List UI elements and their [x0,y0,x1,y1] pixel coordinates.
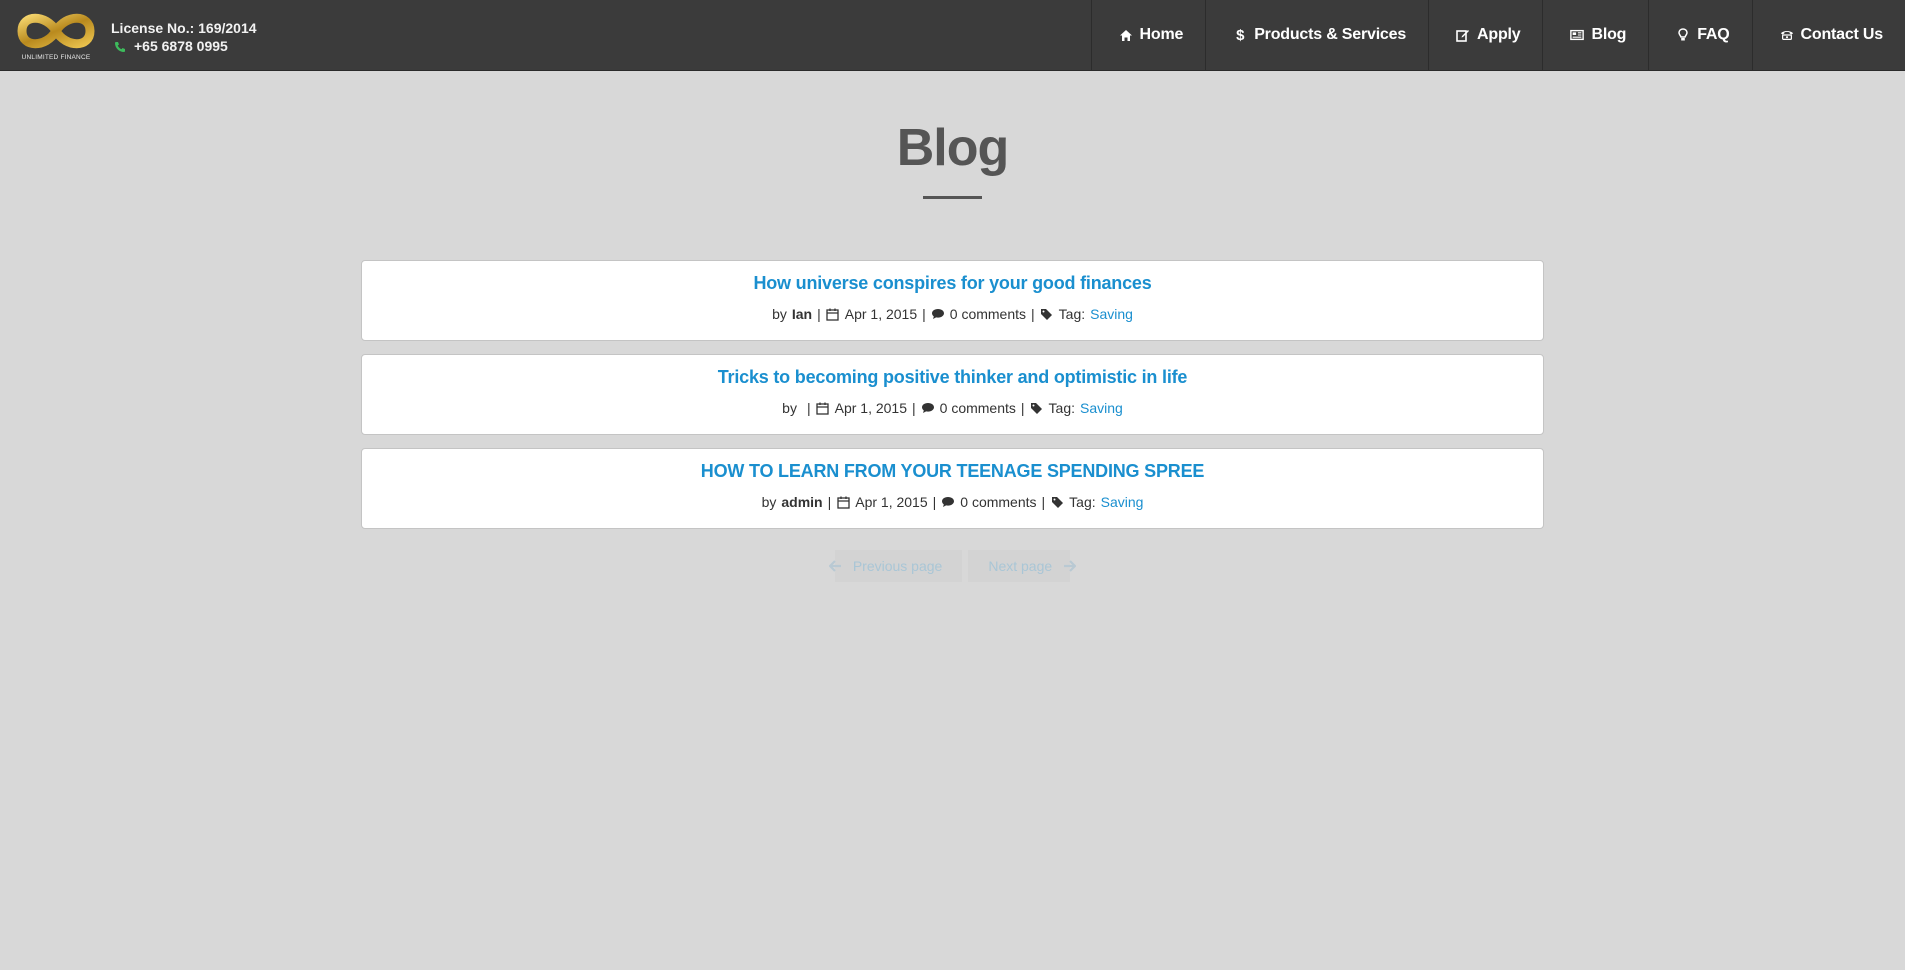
post-tag-link[interactable]: Saving [1101,494,1144,510]
nav-home-label: Home [1139,26,1184,43]
nav-apply-label: Apply [1477,26,1521,43]
nav-blog-label: Blog [1591,26,1627,43]
post-author[interactable]: Ian [792,306,812,322]
nav-products-services[interactable]: $ Products & Services [1205,0,1428,70]
nav-products-label: Products & Services [1254,26,1407,43]
title-divider [923,196,982,199]
post-tag-label: Tag: [1058,306,1086,322]
nav-contact-label: Contact Us [1800,26,1884,43]
meta-separator: | [817,306,821,322]
nav-faq[interactable]: FAQ [1648,0,1751,70]
nav-blog[interactable]: Blog [1542,0,1648,70]
lightbulb-icon [1676,28,1690,42]
post-tag-label: Tag: [1048,400,1075,416]
post-card: Tricks to becoming positive thinker and … [361,354,1544,435]
logo-text: UNLIMITED FINANCE [21,54,91,61]
post-date: Apr 1, 2015 [855,494,928,510]
post-comments[interactable]: 0 comments [950,306,1026,322]
comment-icon [931,307,945,321]
post-date: Apr 1, 2015 [844,306,918,322]
post-by-label: by [761,494,777,510]
post-date: Apr 1, 2015 [834,400,907,416]
nav-faq-label: FAQ [1697,26,1730,43]
license-number: License No.: 169/2014 [111,20,257,36]
post-by-label: by [782,400,797,416]
unlimited-finance-logo[interactable]: UNLIMITED FINANCE [16,6,96,64]
arrow-right-icon [1062,559,1076,573]
post-title-link[interactable]: HOW TO LEARN FROM YOUR TEENAGE SPENDING … [701,461,1205,482]
comment-icon [921,401,935,415]
main-nav: Home $ Products & Services Apply Blog FA… [1090,0,1905,70]
post-tag-link[interactable]: Saving [1080,400,1123,416]
tag-icon [1050,495,1064,509]
post-card: HOW TO LEARN FROM YOUR TEENAGE SPENDING … [361,448,1544,529]
next-page-label: Next page [988,558,1053,574]
previous-page-button[interactable]: Previous page [808,550,963,582]
edit-icon [1456,28,1470,42]
post-list: How universe conspires for your good fin… [361,260,1544,542]
header-phone[interactable]: +65 6878 0995 [114,38,228,54]
meta-separator: | [827,494,832,510]
next-page-button[interactable]: Next page [968,550,1097,582]
post-tag-label: Tag: [1069,494,1096,510]
dollar-icon: $ [1236,26,1245,44]
site-header: UNLIMITED FINANCE License No.: 169/2014 … [0,0,1905,71]
tag-icon [1040,307,1054,321]
phone-icon [1780,28,1794,42]
comment-icon [941,495,955,509]
tag-icon [1030,401,1044,415]
post-meta: by admin | Apr 1, 2015 | 0 comments | Ta… [362,494,1543,510]
nav-contact-us[interactable]: Contact Us [1751,0,1905,70]
phone-icon [114,40,126,52]
meta-separator: | [1020,400,1025,416]
post-comments[interactable]: 0 comments [960,494,1036,510]
post-meta: by Ian | Apr 1, 2015 | 0 comments | Tag:… [362,306,1543,322]
arrow-left-icon [829,559,843,573]
post-meta: by | Apr 1, 2015 | 0 comments | Tag: Sav… [362,400,1543,416]
meta-separator: | [922,306,926,322]
page-title: Blog [896,119,1010,177]
infinity-logo-icon [17,13,95,49]
post-author[interactable]: admin [781,494,822,510]
post-tag-link[interactable]: Saving [1090,306,1133,322]
post-title-link[interactable]: How universe conspires for your good fin… [753,273,1151,294]
calendar-icon [836,495,850,509]
phone-number: +65 6878 0995 [134,38,228,54]
meta-separator: | [932,494,937,510]
calendar-icon [826,307,840,321]
meta-separator: | [1041,494,1046,510]
newspaper-icon [1570,28,1585,42]
previous-page-label: Previous page [852,558,943,574]
meta-separator: | [806,400,811,416]
meta-separator: | [912,400,916,416]
calendar-icon [816,401,830,415]
post-card: How universe conspires for your good fin… [361,260,1544,341]
meta-separator: | [1031,306,1035,322]
post-comments[interactable]: 0 comments [940,400,1016,416]
post-title-link[interactable]: Tricks to becoming positive thinker and … [718,367,1188,388]
post-by-label: by [772,306,787,322]
home-icon [1119,28,1133,42]
nav-home[interactable]: Home [1090,0,1206,70]
nav-apply[interactable]: Apply [1428,0,1542,70]
pagination: Previous page Next page [0,550,1905,582]
